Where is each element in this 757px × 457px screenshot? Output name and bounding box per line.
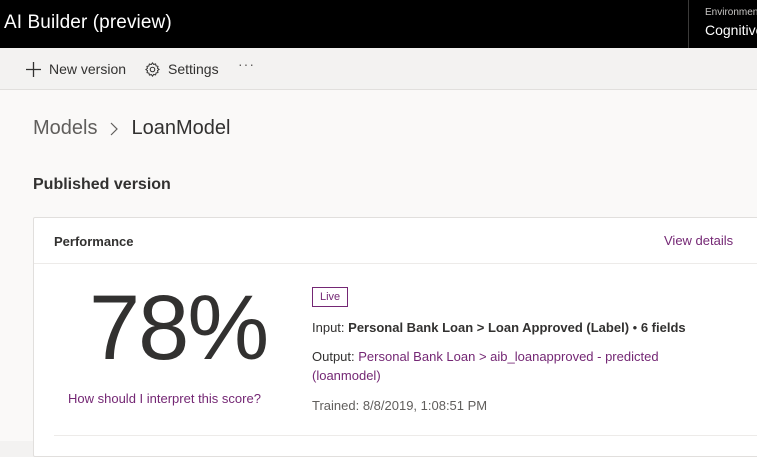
new-version-button[interactable]: New version [25,58,126,80]
input-value: Personal Bank Loan > Loan Approved (Labe… [348,320,630,335]
input-fields: 6 fields [640,320,686,335]
plus-icon [25,61,42,78]
output-value[interactable]: Personal Bank Loan > aib_loanapproved - … [358,349,658,364]
input-line: Input: Personal Bank Loan > Loan Approve… [312,318,686,337]
command-bar: New version Settings ··· [0,48,757,90]
environment-value: Cognitive [705,22,757,38]
output-line: Output: Personal Bank Loan > aib_loanapp… [312,347,659,385]
breadcrumb-models[interactable]: Models [33,117,97,140]
output-value-continued[interactable]: (loanmodel) [312,368,381,383]
breadcrumb-current: LoanModel [131,117,231,139]
performance-card: Performance View details 78% How should … [33,217,757,457]
published-version-heading: Published version [33,176,171,193]
main-content: Models LoanModel Published version Perfo… [0,90,757,457]
environment-label: Environment [705,7,757,18]
input-bullet: • [632,320,638,335]
live-badge: Live [312,287,349,307]
top-bar: AI Builder (preview) Environment Cogniti… [0,0,757,48]
environment-picker[interactable]: Environment Cognitive [688,0,757,48]
input-label: Input: [312,320,345,335]
gear-icon [144,61,161,78]
app-title: AI Builder (preview) [4,12,172,33]
trained-timestamp: Trained: 8/8/2019, 1:08:51 PM [312,398,488,413]
settings-label: Settings [168,61,219,77]
breadcrumb: Models LoanModel [33,117,230,140]
performance-title: Performance [54,234,134,249]
performance-score: 78% [89,277,269,379]
chevron-right-icon [109,122,119,136]
settings-button[interactable]: Settings [144,58,219,80]
card-divider [54,435,757,436]
interpret-score-link[interactable]: How should I interpret this score? [68,391,261,406]
output-label: Output: [312,349,355,364]
view-details-link[interactable]: View details [664,233,733,248]
new-version-label: New version [49,61,127,77]
more-options-button[interactable]: ··· [238,56,255,72]
card-header: Performance View details [34,218,757,264]
